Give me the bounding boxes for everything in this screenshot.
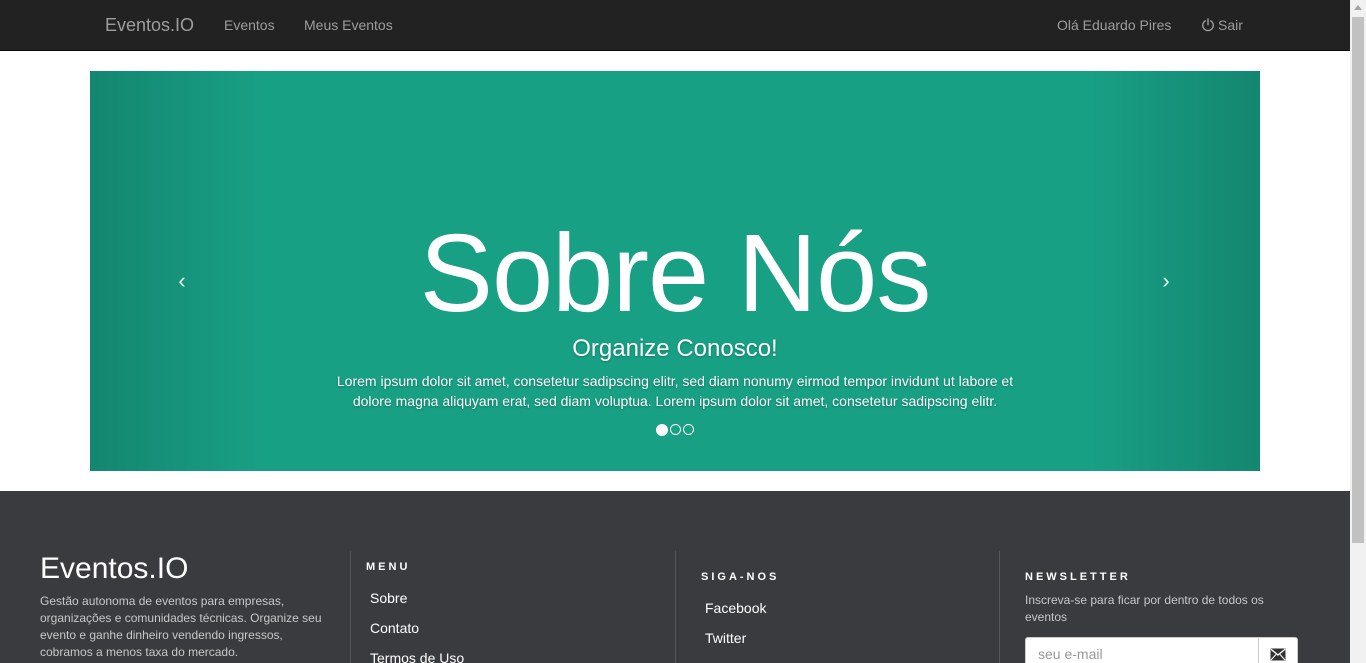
footer-link-facebook[interactable]: Facebook	[705, 600, 766, 616]
carousel-indicator-1[interactable]	[656, 424, 668, 436]
footer-description: Gestão autonoma de eventos para empresas…	[40, 594, 322, 659]
carousel-subtitle: Organize Conosco!	[572, 335, 778, 362]
footer-menu-heading: MENU	[366, 561, 411, 573]
newsletter-submit-button[interactable]	[1258, 637, 1298, 663]
footer-divider	[999, 551, 1000, 663]
footer: Eventos.IO Gestão autonoma de eventos pa…	[0, 491, 1350, 663]
footer-brand: Eventos.IO	[40, 552, 189, 585]
logout-label: Sair	[1218, 17, 1243, 33]
nav-link-eventos[interactable]: Eventos	[224, 17, 275, 33]
power-icon	[1202, 18, 1214, 32]
footer-newsletter-heading: NEWSLETTER	[1025, 571, 1131, 583]
scroll-thumb[interactable]	[1352, 17, 1364, 543]
footer-divider	[350, 551, 351, 663]
carousel-title: Sobre Nós	[419, 212, 932, 335]
vertical-scrollbar[interactable]	[1350, 0, 1366, 663]
footer-link-twitter[interactable]: Twitter	[705, 630, 746, 646]
envelope-icon	[1270, 648, 1286, 660]
logout-link[interactable]: Sair	[1201, 17, 1243, 33]
footer-link-contato[interactable]: Contato	[370, 620, 419, 636]
footer-divider	[675, 551, 676, 663]
scroll-up-icon[interactable]	[1354, 5, 1362, 10]
nav-link-meus-eventos[interactable]: Meus Eventos	[304, 17, 393, 33]
footer-link-termos[interactable]: Termos de Uso	[370, 650, 464, 663]
top-navbar: Eventos.IO Eventos Meus Eventos Olá Edua…	[0, 0, 1350, 51]
hero-carousel: ‹ › Sobre Nós Organize Conosco! Lorem ip…	[90, 71, 1260, 471]
carousel-indicators	[656, 424, 694, 436]
carousel-indicator-2[interactable]	[670, 424, 681, 435]
newsletter-text: Inscreva-se para ficar por dentro de tod…	[1025, 593, 1264, 624]
footer-social-heading: SIGA-NOS	[701, 571, 780, 583]
nav-user-greeting[interactable]: Olá Eduardo Pires	[1057, 17, 1171, 33]
carousel-text: Lorem ipsum dolor sit amet, consetetur s…	[336, 373, 1014, 409]
newsletter-email-input[interactable]	[1025, 637, 1259, 663]
footer-link-sobre[interactable]: Sobre	[370, 590, 407, 606]
navbar-brand[interactable]: Eventos.IO	[105, 15, 194, 35]
carousel-indicator-3[interactable]	[683, 424, 694, 435]
